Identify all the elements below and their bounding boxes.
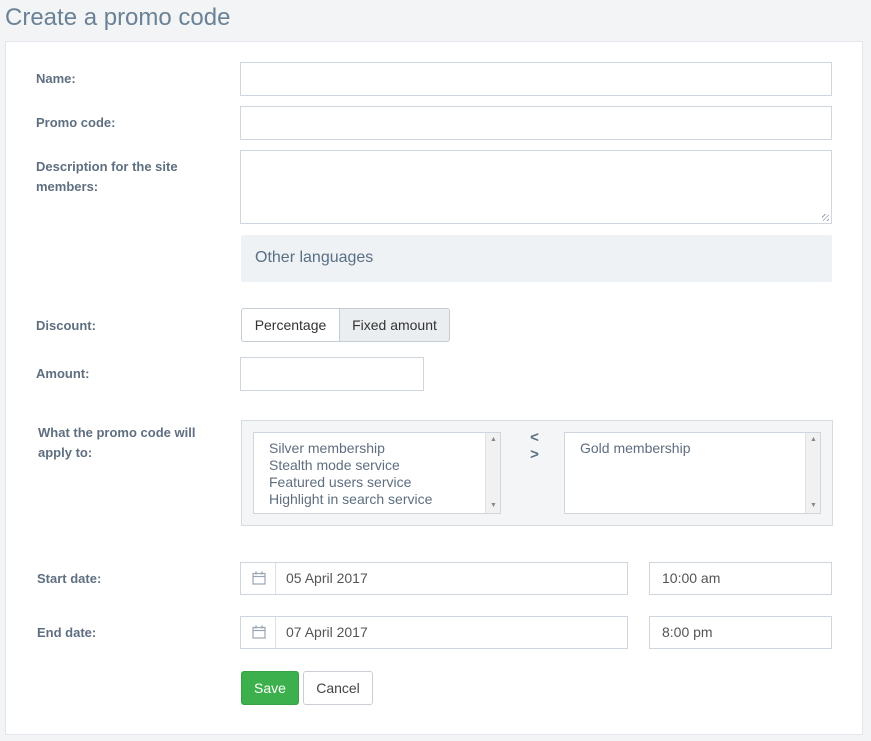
scroll-down-icon[interactable]: ▼	[806, 499, 820, 513]
other-languages-toggle[interactable]: Other languages	[241, 235, 832, 282]
description-field-wrap	[240, 150, 832, 224]
start-time-field[interactable]: 10:00 am	[649, 562, 832, 595]
amount-input[interactable]	[240, 357, 424, 391]
list-item[interactable]: Stealth mode service	[254, 457, 500, 474]
discount-label: Discount:	[36, 318, 96, 333]
calendar-icon[interactable]	[241, 617, 276, 648]
transfer-arrows-icon[interactable]: < >	[523, 429, 547, 463]
end-date-value: 07 April 2017	[286, 624, 368, 640]
resize-grip-icon[interactable]	[822, 214, 829, 221]
promo-code-label: Promo code:	[36, 115, 116, 130]
promo-form-panel: Name: Promo code: Description for the si…	[5, 41, 863, 735]
promo-code-input[interactable]	[240, 106, 832, 140]
available-list-scrollbar[interactable]: ▲ ▼	[485, 433, 500, 513]
end-time-field[interactable]: 8:00 pm	[649, 616, 832, 649]
start-date-field[interactable]: 05 April 2017	[240, 562, 628, 595]
list-item[interactable]: Highlight in search service	[254, 491, 500, 508]
description-textarea[interactable]	[240, 150, 832, 224]
description-label: Description for the site members:	[36, 159, 178, 194]
apply-to-label: What the promo code will apply to:	[38, 425, 196, 460]
scroll-down-icon[interactable]: ▼	[486, 499, 500, 513]
discount-fixed-amount-button[interactable]: Fixed amount	[339, 308, 450, 342]
name-label: Name:	[36, 71, 76, 86]
list-item[interactable]: Featured users service	[254, 474, 500, 491]
name-input[interactable]	[240, 62, 832, 96]
selected-services-list[interactable]: Gold membership ▲ ▼	[564, 432, 821, 514]
apply-to-box: Silver membership Stealth mode service F…	[241, 420, 833, 526]
scroll-up-icon[interactable]: ▲	[486, 433, 500, 447]
amount-label: Amount:	[36, 366, 90, 381]
start-date-label: Start date:	[37, 571, 102, 586]
calendar-icon[interactable]	[241, 563, 276, 594]
scroll-up-icon[interactable]: ▲	[806, 433, 820, 447]
page-title: Create a promo code	[5, 4, 231, 31]
selected-list-scrollbar[interactable]: ▲ ▼	[805, 433, 820, 513]
save-button[interactable]: Save	[241, 671, 299, 705]
list-item[interactable]: Silver membership	[254, 440, 500, 457]
discount-percentage-button[interactable]: Percentage	[241, 308, 340, 342]
list-item[interactable]: Gold membership	[565, 440, 820, 457]
available-services-list[interactable]: Silver membership Stealth mode service F…	[253, 432, 501, 514]
end-date-label: End date:	[37, 625, 97, 640]
start-date-value: 05 April 2017	[286, 570, 368, 586]
end-date-field[interactable]: 07 April 2017	[240, 616, 628, 649]
cancel-button[interactable]: Cancel	[303, 671, 373, 705]
